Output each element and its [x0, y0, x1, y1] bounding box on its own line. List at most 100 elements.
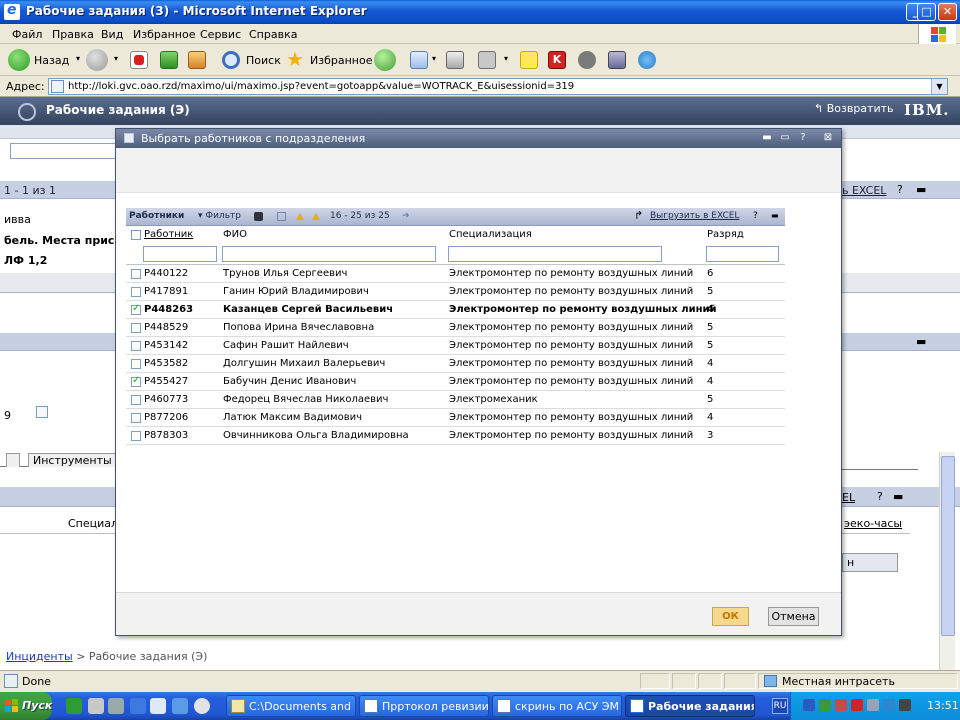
row-checkbox[interactable] — [131, 287, 141, 297]
dialog-titlebar[interactable]: Выбрать работников с подразделения ▬ ▭ ?… — [116, 129, 841, 148]
row-checkbox[interactable] — [131, 303, 141, 315]
tray-icon-3[interactable] — [835, 699, 847, 711]
messenger-button[interactable] — [578, 48, 600, 72]
close-window-button[interactable]: ✕ — [938, 3, 957, 21]
task-protocol[interactable]: Прртокол ревизии ... — [359, 695, 489, 717]
kaspersky-button[interactable]: K — [548, 48, 570, 72]
menu-help[interactable]: Справка — [249, 28, 297, 41]
row-worker-id[interactable]: P417891 — [144, 286, 188, 297]
app-scrollbar[interactable] — [939, 452, 955, 674]
task-work-orders[interactable]: Рабочие задания... — [625, 695, 755, 717]
table-row[interactable]: P453582 Долгушин Михаил Валерьевич Электро… — [126, 355, 785, 373]
ok-button[interactable]: ОК — [712, 607, 749, 626]
row-worker-id[interactable]: P460773 — [144, 394, 188, 405]
window-titlebar[interactable]: Рабочие задания (3) - Microsoft Internet… — [0, 0, 960, 24]
row-checkbox[interactable] — [131, 413, 141, 423]
filter-worker-input[interactable] — [143, 246, 217, 262]
table-row[interactable]: P453142 Сафин Рашит Найлевич Электромонтер… — [126, 337, 785, 355]
row-checkbox[interactable] — [131, 395, 141, 405]
menu-edit[interactable]: Правка — [52, 28, 94, 41]
table-row[interactable]: P448263 Казанцев Сергей Васильевич Электро… — [126, 301, 785, 319]
search-button[interactable]: Поиск — [222, 48, 282, 72]
quicklaunch-outlook-icon[interactable] — [150, 698, 166, 714]
labor-hours-link[interactable]: эеко-часы — [844, 517, 902, 530]
row-checkbox[interactable] — [131, 431, 141, 441]
research-button[interactable] — [608, 48, 630, 72]
tray-icon-5[interactable] — [867, 699, 879, 711]
menu-tools[interactable]: Сервис — [200, 28, 241, 41]
address-input[interactable]: http://loki.gvc.oao.rzd/maximo/ui/maximo… — [48, 78, 948, 95]
table-row[interactable]: P455427 Бабучин Денис Иванович Электромонт… — [126, 373, 785, 391]
task-explorer[interactable]: C:\Documents and S... — [226, 695, 356, 717]
row-worker-id[interactable]: P455427 — [144, 376, 188, 387]
refresh-button[interactable] — [158, 48, 180, 72]
row-checkbox[interactable] — [131, 359, 141, 369]
breadcrumb-link-incidents[interactable]: Инциденты — [6, 650, 73, 663]
row-checkbox[interactable] — [131, 269, 141, 279]
minimize-section-icon-3[interactable]: ▬ — [893, 490, 903, 503]
export-icon[interactable]: ↱ — [634, 209, 643, 222]
filter-button[interactable]: ▾ Фильтр — [198, 211, 241, 221]
excel-link-2[interactable]: ЕL — [842, 491, 855, 504]
export-excel-link[interactable]: Выгрузить в EXCEL — [650, 211, 739, 221]
quicklaunch-chain-icon[interactable] — [108, 698, 124, 714]
stop-button[interactable] — [128, 48, 150, 72]
task-screenshots[interactable]: скринь по АСУ ЭМ ... — [492, 695, 622, 717]
select-all-checkbox[interactable] — [131, 230, 141, 240]
row-checkbox[interactable] — [131, 341, 141, 351]
app-right-button[interactable]: н — [842, 553, 898, 572]
scrollbar-thumb[interactable] — [941, 456, 955, 636]
language-indicator[interactable]: RU — [772, 698, 788, 714]
next-page-icon[interactable]: ➜ — [402, 211, 410, 221]
quicklaunch-media-icon[interactable] — [194, 698, 210, 714]
note-button[interactable] — [520, 48, 542, 72]
dialog-minimize-icon[interactable]: ▬ — [761, 131, 773, 144]
row-worker-id[interactable]: P877206 — [144, 412, 188, 423]
table-help-icon[interactable]: ? — [753, 211, 758, 221]
return-link[interactable]: ↰ Возвратить — [814, 102, 894, 115]
home-button[interactable] — [186, 48, 210, 72]
row-checkbox[interactable] — [131, 323, 141, 333]
maximize-button[interactable]: □ — [917, 3, 936, 21]
help-icon-2[interactable]: ? — [877, 490, 883, 503]
minimize-section-icon[interactable]: ▬ — [916, 183, 926, 196]
menu-favorites[interactable]: Избранное — [133, 28, 195, 41]
menu-view[interactable]: Вид — [101, 28, 123, 41]
app-search-input[interactable] — [10, 143, 120, 159]
back-button[interactable]: Назад ▾ — [8, 48, 84, 72]
table-row[interactable]: P877206 Латюк Максим Вадимович Электромонт… — [126, 409, 785, 427]
calendar-icon[interactable] — [36, 406, 48, 418]
row-worker-id[interactable]: P453582 — [144, 358, 188, 369]
help-icon[interactable]: ? — [897, 183, 903, 196]
forward-button[interactable]: ▾ — [86, 48, 122, 72]
minimize-section-icon-2[interactable]: ▬ — [916, 335, 926, 348]
history-button[interactable] — [374, 48, 396, 72]
print-button[interactable] — [446, 48, 468, 72]
filter-grade-input[interactable] — [706, 246, 779, 262]
table-row[interactable]: P448529 Попова Ирина Вячеславовна Электром… — [126, 319, 785, 337]
column-worker[interactable]: Работник — [144, 229, 193, 240]
table-row[interactable]: P460773 Федорец Вячеслав Николаевич Электр… — [126, 391, 785, 409]
quicklaunch-doc-icon[interactable] — [172, 698, 188, 714]
binoculars-icon[interactable] — [254, 212, 263, 221]
row-checkbox[interactable] — [131, 375, 141, 387]
table-row[interactable]: P878303 Овчинникова Ольга Владимировна Эле… — [126, 427, 785, 445]
cancel-button[interactable]: Отмена — [768, 607, 819, 626]
table-row[interactable]: P440122 Трунов Илья Сергеевич Электромонте… — [126, 265, 785, 283]
dialog-help-icon[interactable]: ? — [797, 131, 809, 144]
tray-icon-1[interactable] — [803, 699, 815, 711]
tray-kaspersky-icon[interactable] — [851, 699, 863, 711]
address-dropdown-icon[interactable]: ▼ — [931, 79, 947, 94]
row-worker-id[interactable]: P453142 — [144, 340, 188, 351]
tray-icon-2[interactable] — [819, 699, 831, 711]
table-minimize-icon[interactable]: ▬ — [771, 211, 779, 220]
row-worker-id[interactable]: P448529 — [144, 322, 188, 333]
dialog-close-icon[interactable]: ⊠ — [822, 131, 834, 144]
tray-network-icon[interactable] — [883, 699, 895, 711]
row-worker-id[interactable]: P440122 — [144, 268, 188, 279]
tray-icon-7[interactable] — [899, 699, 911, 711]
prev-page-icon[interactable] — [312, 213, 320, 220]
people-button[interactable] — [638, 48, 660, 72]
mail-button[interactable]: ▾ — [410, 48, 442, 72]
excel-link[interactable]: ь EXCEL — [842, 184, 886, 197]
